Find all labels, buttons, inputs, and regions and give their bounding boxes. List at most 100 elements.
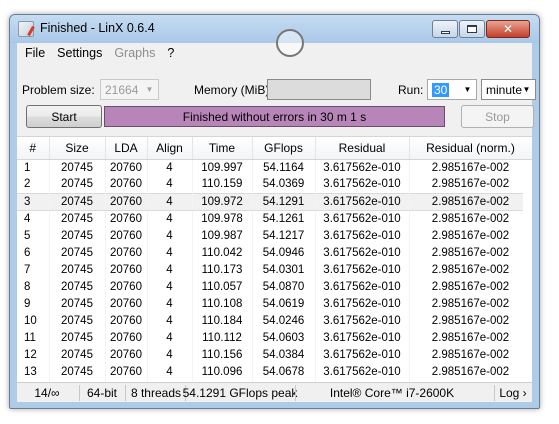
table-cell: 2.985167e-002 — [409, 346, 532, 363]
table-row[interactable]: 3 20745 20760 4 109.972 54.1291 3.617562e-010 2… — [17, 192, 532, 211]
table-cell: 4 — [147, 227, 193, 244]
column-header[interactable]: Residual (norm.) — [409, 137, 532, 160]
column-header[interactable]: Size — [49, 137, 106, 160]
column-header[interactable]: Time — [192, 137, 253, 160]
column-header[interactable]: Residual — [315, 137, 410, 160]
minimize-button[interactable] — [432, 20, 458, 38]
table-row[interactable]: 9 20745 20760 4 110.108 54.0619 3.617562e-010 2… — [17, 295, 532, 312]
menu-graphs[interactable]: Graphs — [114, 46, 155, 60]
table-cell: 7 — [17, 261, 50, 278]
menu-help[interactable]: ? — [167, 46, 174, 60]
table-cell: 54.1291 — [252, 192, 316, 211]
table-row[interactable]: 2 20745 20760 4 110.159 54.0369 3.617562e-010 2… — [17, 176, 532, 193]
column-header[interactable]: GFlops — [252, 137, 316, 160]
table-cell: 3.617562e-010 — [315, 227, 410, 244]
table-cell: 3.617562e-010 — [315, 295, 410, 312]
stop-button[interactable]: Stop — [461, 105, 534, 128]
status-message: Finished without errors in 30 m 1 s — [104, 106, 445, 127]
table-cell: 4 — [147, 312, 193, 329]
start-button[interactable]: Start — [26, 105, 102, 128]
run-unit-value: minute — [486, 83, 523, 97]
table-cell: 4 — [147, 244, 193, 261]
progress-count: 14/∞ — [34, 386, 60, 400]
table-cell: 20745 — [49, 278, 106, 295]
menu-file[interactable]: File — [25, 46, 45, 60]
column-header[interactable]: # — [17, 137, 50, 160]
table-cell: 3.617562e-010 — [315, 210, 410, 227]
table-row[interactable]: 4 20745 20760 4 109.978 54.1261 3.617562e-010 2… — [17, 210, 532, 227]
log-button[interactable]: Log › — [495, 383, 531, 403]
table-cell: 20745 — [49, 312, 106, 329]
column-header[interactable]: LDA — [105, 137, 148, 160]
table-row[interactable]: 13 20745 20760 4 110.096 54.0678 3.617562e-010… — [17, 363, 532, 380]
close-button[interactable]: ✕ — [486, 20, 530, 38]
table-cell: 110.112 — [192, 329, 253, 346]
table-cell: 20760 — [105, 210, 148, 227]
table-cell: 12 — [17, 346, 50, 363]
table-cell: 3.617562e-010 — [315, 176, 410, 193]
table-cell: 4 — [147, 210, 193, 227]
table-cell: 20745 — [49, 210, 106, 227]
table-scrollbar[interactable] — [523, 160, 532, 382]
table-cell: 4 — [147, 261, 193, 278]
title-bar[interactable]: Finished - LinX 0.6.4 ✕ — [10, 15, 539, 43]
table-cell: 20760 — [105, 329, 148, 346]
table-cell: 20760 — [105, 227, 148, 244]
table-row[interactable]: 7 20745 20760 4 110.173 54.0301 3.617562e-010 2… — [17, 261, 532, 278]
table-cell: 3.617562e-010 — [315, 329, 410, 346]
table-cell: 54.0619 — [252, 295, 316, 312]
results-table: # Size LDA Align Time GFlops Residual Re… — [17, 136, 532, 382]
table-cell: 4 — [147, 295, 193, 312]
table-cell: 20760 — [105, 295, 148, 312]
table-row[interactable]: 12 20745 20760 4 110.156 54.0384 3.617562e-010… — [17, 346, 532, 363]
table-cell: 2.985167e-002 — [409, 329, 532, 346]
problem-size-combo[interactable]: 21664 ▼ — [100, 79, 159, 100]
table-cell: 3.617562e-010 — [315, 363, 410, 380]
table-row[interactable]: 5 20745 20760 4 109.987 54.1217 3.617562e-010 2… — [17, 227, 532, 244]
table-cell: 5 — [17, 227, 50, 244]
table-cell: 54.0870 — [252, 278, 316, 295]
table-cell: 110.108 — [192, 295, 253, 312]
table-row[interactable]: 8 20745 20760 4 110.057 54.0870 3.617562e-010 2… — [17, 278, 532, 295]
table-header: # Size LDA Align Time GFlops Residual Re… — [17, 137, 532, 160]
table-cell: 54.1164 — [252, 159, 316, 176]
arch-label: 64-bit — [86, 386, 118, 400]
table-cell: 3.617562e-010 — [315, 261, 410, 278]
table-cell: 20745 — [49, 176, 106, 193]
table-cell: 54.0603 — [252, 329, 316, 346]
table-cell: 4 — [147, 176, 193, 193]
table-cell: 20760 — [105, 278, 148, 295]
table-cell: 2.985167e-002 — [409, 363, 532, 380]
table-cell: 110.184 — [192, 312, 253, 329]
table-cell: 110.173 — [192, 261, 253, 278]
maximize-button[interactable] — [459, 20, 485, 38]
table-cell: 109.972 — [192, 192, 253, 211]
column-header[interactable]: Align — [147, 137, 193, 160]
action-row: Start Finished without errors in 30 m 1 … — [17, 105, 534, 129]
problem-size-label: Problem size: — [22, 83, 95, 97]
memory-field[interactable] — [267, 79, 371, 100]
menu-settings[interactable]: Settings — [57, 46, 102, 60]
table-cell: 54.0246 — [252, 312, 316, 329]
table-cell: 20760 — [105, 159, 148, 176]
purepc-logo-icon — [276, 29, 304, 57]
table-cell: 20745 — [49, 329, 106, 346]
table-cell: 3.617562e-010 — [315, 159, 410, 176]
table-row[interactable]: 1 20745 20760 4 109.997 54.1164 3.617562e-010 2… — [17, 159, 532, 176]
run-unit-combo[interactable]: minute ▼ — [481, 79, 536, 100]
table-row[interactable]: 10 20745 20760 4 110.184 54.0246 3.617562e-010… — [17, 312, 532, 329]
table-cell: 3.617562e-010 — [315, 192, 410, 211]
table-cell: 2.985167e-002 — [409, 176, 532, 193]
close-icon: ✕ — [502, 22, 514, 36]
table-cell: 2 — [17, 176, 50, 193]
table-cell: 20745 — [49, 227, 106, 244]
table-cell: 3.617562e-010 — [315, 312, 410, 329]
table-cell: 3 — [17, 192, 50, 211]
table-cell: 54.0384 — [252, 346, 316, 363]
table-row[interactable]: 6 20745 20760 4 110.042 54.0946 3.617562e-010 2… — [17, 244, 532, 261]
table-row[interactable]: 11 20745 20760 4 110.112 54.0603 3.617562e-010… — [17, 329, 532, 346]
table-cell: 8 — [17, 278, 50, 295]
table-cell: 3.617562e-010 — [315, 244, 410, 261]
run-duration-combo[interactable]: 30 ▼ — [427, 79, 477, 100]
table-cell: 20760 — [105, 363, 148, 380]
